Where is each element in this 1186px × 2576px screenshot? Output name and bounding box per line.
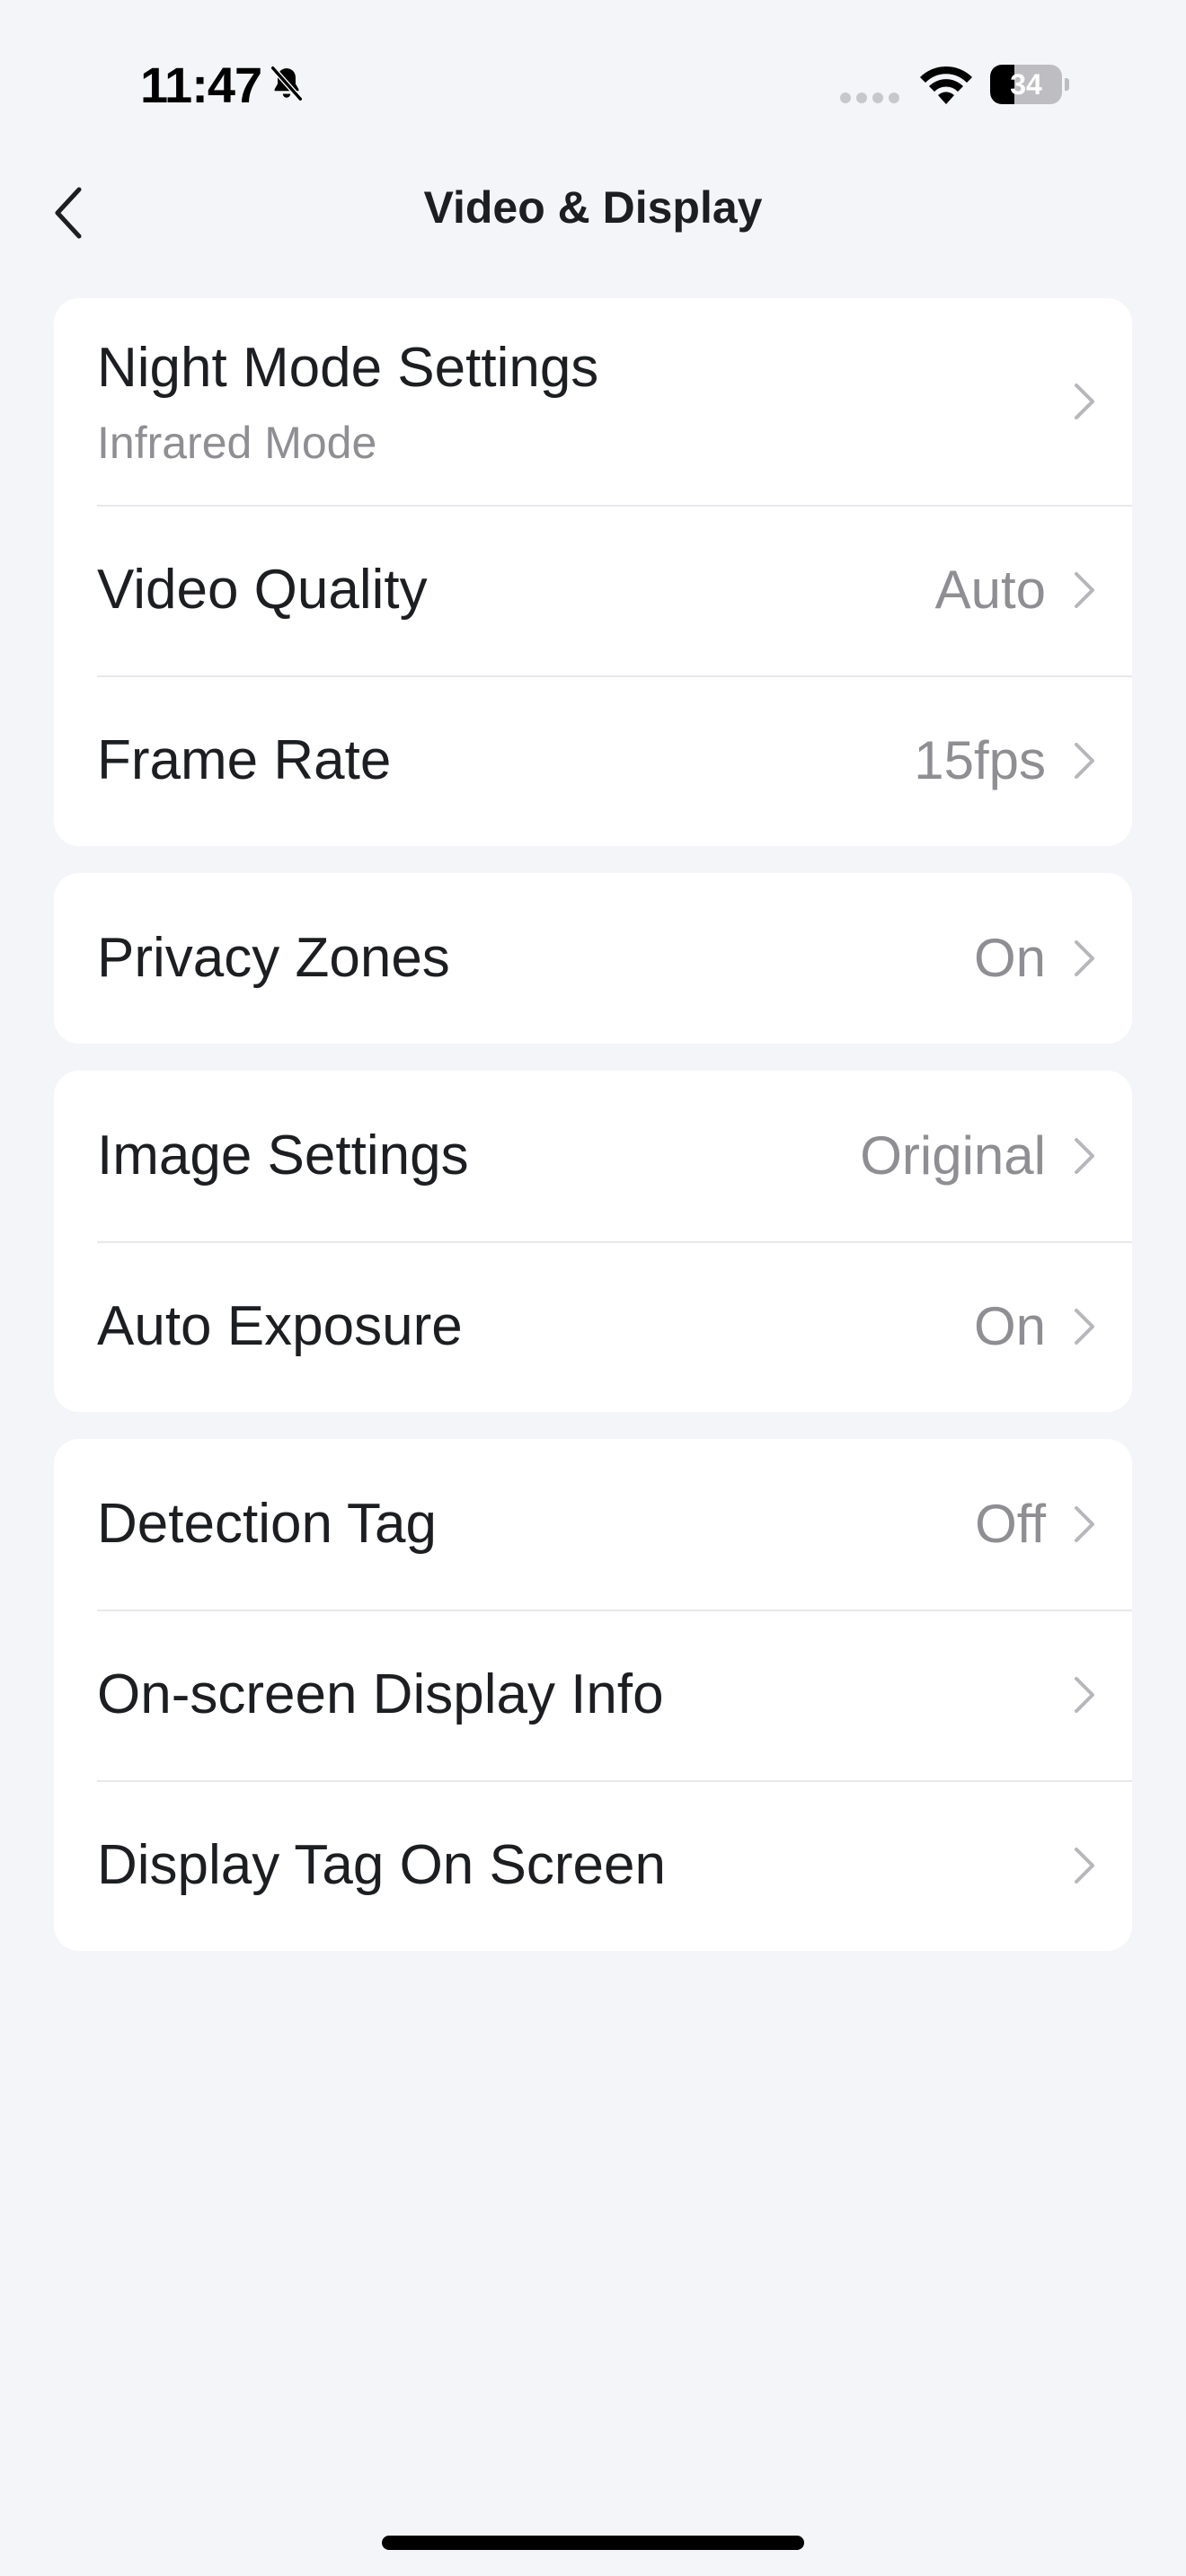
settings-group-image: Image Settings Original Auto Exposure On (54, 1071, 1132, 1412)
nav-bar: Video & Display (0, 162, 1186, 260)
row-label: Image Settings (97, 1125, 469, 1187)
chevron-right-icon (1075, 743, 1094, 779)
chevron-right-icon (1075, 1848, 1094, 1883)
row-label: Night Mode Settings (97, 337, 599, 399)
row-on-screen-display-info[interactable]: On-screen Display Info (54, 1610, 1132, 1780)
home-indicator[interactable] (382, 2536, 804, 2550)
row-value: On (973, 928, 1046, 988)
wifi-icon (920, 66, 972, 104)
row-image-settings[interactable]: Image Settings Original (54, 1071, 1132, 1241)
row-label: Detection Tag (97, 1493, 437, 1555)
settings-group-privacy: Privacy Zones On (54, 873, 1132, 1044)
bell-slash-icon (270, 65, 304, 102)
status-time: 11:47 (140, 57, 262, 113)
row-auto-exposure[interactable]: Auto Exposure On (54, 1241, 1132, 1412)
row-label: Display Tag On Screen (97, 1834, 666, 1896)
row-night-mode-settings[interactable]: Night Mode Settings Infrared Mode (54, 298, 1132, 505)
battery-cap (1065, 78, 1069, 91)
chevron-right-icon (1075, 1138, 1094, 1174)
cellular-signal-icon (840, 93, 899, 103)
chevron-right-icon (1075, 1677, 1094, 1713)
row-display-tag-on-screen[interactable]: Display Tag On Screen (54, 1780, 1132, 1951)
chevron-right-icon (1075, 1506, 1094, 1542)
row-value: Original (860, 1125, 1046, 1186)
chevron-right-icon (1075, 940, 1094, 976)
row-value: Off (975, 1494, 1046, 1554)
battery-level: 34 (1010, 68, 1042, 101)
row-frame-rate[interactable]: Frame Rate 15fps (54, 675, 1132, 846)
chevron-right-icon (1075, 1309, 1094, 1345)
row-value: On (973, 1296, 1046, 1356)
row-value: Auto (934, 560, 1046, 620)
row-label: Video Quality (97, 559, 428, 621)
row-value: 15fps (914, 730, 1046, 790)
row-label: Auto Exposure (97, 1295, 463, 1357)
chevron-right-icon (1075, 572, 1094, 608)
row-label: Frame Rate (97, 729, 392, 791)
row-privacy-zones[interactable]: Privacy Zones On (54, 873, 1132, 1044)
status-bar: 11:47 34 (0, 0, 1186, 171)
row-detection-tag[interactable]: Detection Tag Off (54, 1439, 1132, 1610)
battery-body: 34 (990, 65, 1062, 104)
page-title: Video & Display (423, 182, 763, 233)
battery-icon: 34 (990, 65, 1069, 104)
settings-group-tags: Detection Tag Off On-screen Display Info… (54, 1439, 1132, 1951)
row-label: Privacy Zones (97, 927, 450, 989)
row-subtitle: Infrared Mode (97, 418, 377, 468)
settings-group-video: Night Mode Settings Infrared Mode Video … (54, 298, 1132, 846)
chevron-right-icon (1075, 384, 1094, 419)
row-video-quality[interactable]: Video Quality Auto (54, 505, 1132, 675)
row-label: On-screen Display Info (97, 1663, 664, 1725)
